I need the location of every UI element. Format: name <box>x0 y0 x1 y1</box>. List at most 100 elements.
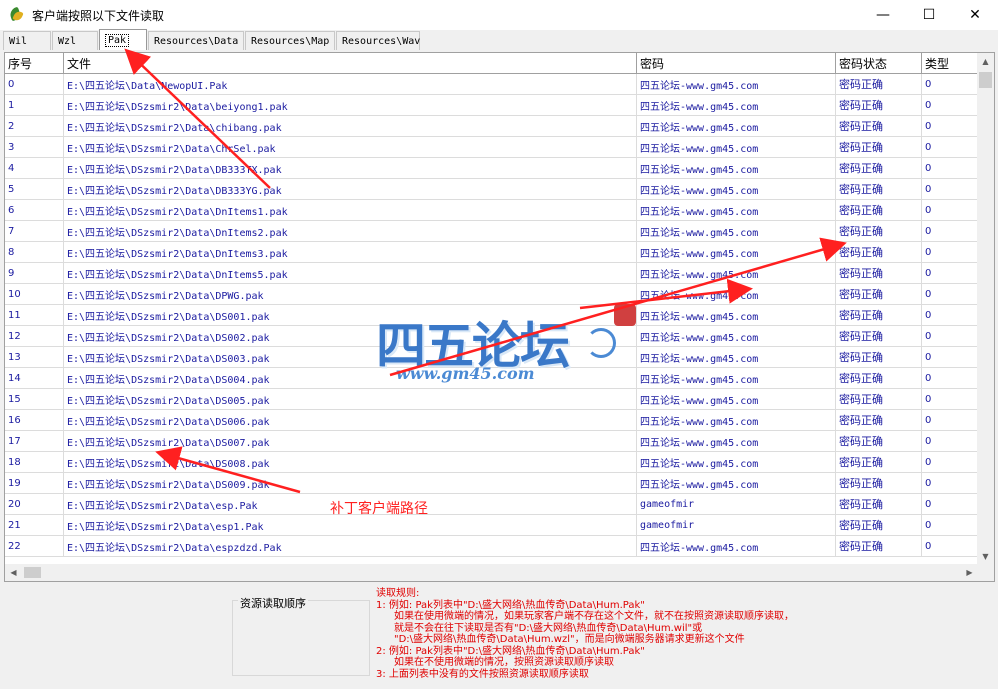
status-cell[interactable]: 密码正确 <box>836 347 922 367</box>
type-cell[interactable]: 0 <box>922 431 978 451</box>
status-cell[interactable]: 密码正确 <box>836 284 922 304</box>
password-cell[interactable]: 四五论坛-www.gm45.com <box>637 179 836 199</box>
tab-wzl[interactable]: Wzl <box>52 31 98 50</box>
password-cell[interactable]: 四五论坛-www.gm45.com <box>637 200 836 220</box>
header-password[interactable]: 密码 <box>637 53 836 74</box>
password-cell[interactable]: 四五论坛-www.gm45.com <box>637 242 836 262</box>
index-cell[interactable]: 7 <box>5 221 64 241</box>
horizontal-scroll-thumb[interactable] <box>24 567 41 578</box>
index-cell[interactable]: 13 <box>5 347 64 367</box>
table-row[interactable]: 18 E:\四五论坛\DSzsmir2\Data\DS008.pak 四五论坛-ww… <box>5 452 978 473</box>
password-cell[interactable]: 四五论坛-www.gm45.com <box>637 452 836 472</box>
close-button[interactable]: ✕ <box>952 0 998 30</box>
type-cell[interactable]: 0 <box>922 179 978 199</box>
type-cell[interactable]: 0 <box>922 263 978 283</box>
type-cell[interactable]: 0 <box>922 242 978 262</box>
header-index[interactable]: 序号 <box>5 53 64 74</box>
type-cell[interactable]: 0 <box>922 368 978 388</box>
index-cell[interactable]: 19 <box>5 473 64 493</box>
file-cell[interactable]: E:\四五论坛\Data\NewopUI.Pak <box>64 74 637 94</box>
type-cell[interactable]: 0 <box>922 473 978 493</box>
status-cell[interactable]: 密码正确 <box>836 494 922 514</box>
table-row[interactable]: 3 E:\四五论坛\DSzsmir2\Data\ChrSel.pak 四五论坛-ww… <box>5 137 978 158</box>
file-cell[interactable]: E:\四五论坛\DSzsmir2\Data\DS006.pak <box>64 410 637 430</box>
password-cell[interactable]: 四五论坛-www.gm45.com <box>637 221 836 241</box>
file-cell[interactable]: E:\四五论坛\DSzsmir2\Data\chibang.pak <box>64 116 637 136</box>
header-file[interactable]: 文件 <box>64 53 637 74</box>
password-cell[interactable]: 四五论坛-www.gm45.com <box>637 431 836 451</box>
index-cell[interactable]: 17 <box>5 431 64 451</box>
type-cell[interactable]: 0 <box>922 305 978 325</box>
file-cell[interactable]: E:\四五论坛\DSzsmir2\Data\espzdzd.Pak <box>64 536 637 556</box>
scroll-down-icon[interactable]: ▼ <box>977 548 994 565</box>
status-cell[interactable]: 密码正确 <box>836 452 922 472</box>
status-cell[interactable]: 密码正确 <box>836 305 922 325</box>
file-cell[interactable]: E:\四五论坛\DSzsmir2\Data\DnItems3.pak <box>64 242 637 262</box>
minimize-button[interactable]: — <box>860 0 906 30</box>
table-row[interactable]: 19 E:\四五论坛\DSzsmir2\Data\DS009.pak 四五论坛-ww… <box>5 473 978 494</box>
scroll-up-icon[interactable]: ▲ <box>977 53 994 70</box>
index-cell[interactable]: 0 <box>5 74 64 94</box>
password-cell[interactable]: 四五论坛-www.gm45.com <box>637 137 836 157</box>
table-row[interactable]: 15 E:\四五论坛\DSzsmir2\Data\DS005.pak 四五论坛-ww… <box>5 389 978 410</box>
password-cell[interactable]: 四五论坛-www.gm45.com <box>637 368 836 388</box>
type-cell[interactable]: 0 <box>922 95 978 115</box>
status-cell[interactable]: 密码正确 <box>836 221 922 241</box>
file-cell[interactable]: E:\四五论坛\DSzsmir2\Data\DS001.pak <box>64 305 637 325</box>
file-cell[interactable]: E:\四五论坛\DSzsmir2\Data\beiyong1.pak <box>64 95 637 115</box>
status-cell[interactable]: 密码正确 <box>836 473 922 493</box>
type-cell[interactable]: 0 <box>922 389 978 409</box>
file-cell[interactable]: E:\四五论坛\DSzsmir2\Data\DPWG.pak <box>64 284 637 304</box>
table-row[interactable]: 22 E:\四五论坛\DSzsmir2\Data\espzdzd.Pak 四五论坛-… <box>5 536 978 557</box>
resource-order-box[interactable] <box>232 600 370 676</box>
file-cell[interactable]: E:\四五论坛\DSzsmir2\Data\DnItems2.pak <box>64 221 637 241</box>
file-cell[interactable]: E:\四五论坛\DSzsmir2\Data\DB333YG.pak <box>64 179 637 199</box>
type-cell[interactable]: 0 <box>922 347 978 367</box>
index-cell[interactable]: 5 <box>5 179 64 199</box>
status-cell[interactable]: 密码正确 <box>836 326 922 346</box>
file-cell[interactable]: E:\四五论坛\DSzsmir2\Data\DS009.pak <box>64 473 637 493</box>
table-row[interactable]: 5 E:\四五论坛\DSzsmir2\Data\DB333YG.pak 四五论坛-w… <box>5 179 978 200</box>
table-row[interactable]: 8 E:\四五论坛\DSzsmir2\Data\DnItems3.pak 四五论坛-… <box>5 242 978 263</box>
password-cell[interactable]: 四五论坛-www.gm45.com <box>637 536 836 556</box>
file-cell[interactable]: E:\四五论坛\DSzsmir2\Data\DS004.pak <box>64 368 637 388</box>
file-cell[interactable]: E:\四五论坛\DSzsmir2\Data\DS003.pak <box>64 347 637 367</box>
type-cell[interactable]: 0 <box>922 494 978 514</box>
file-cell[interactable]: E:\四五论坛\DSzsmir2\Data\DB333TX.pak <box>64 158 637 178</box>
status-cell[interactable]: 密码正确 <box>836 536 922 556</box>
index-cell[interactable]: 1 <box>5 95 64 115</box>
password-cell[interactable]: 四五论坛-www.gm45.com <box>637 74 836 94</box>
table-row[interactable]: 10 E:\四五论坛\DSzsmir2\Data\DPWG.pak 四五论坛-www… <box>5 284 978 305</box>
table-row[interactable]: 14 E:\四五论坛\DSzsmir2\Data\DS004.pak 四五论坛-ww… <box>5 368 978 389</box>
file-cell[interactable]: E:\四五论坛\DSzsmir2\Data\DS007.pak <box>64 431 637 451</box>
status-cell[interactable]: 密码正确 <box>836 158 922 178</box>
index-cell[interactable]: 2 <box>5 116 64 136</box>
table-row[interactable]: 11 E:\四五论坛\DSzsmir2\Data\DS001.pak 四五论坛-ww… <box>5 305 978 326</box>
status-cell[interactable]: 密码正确 <box>836 95 922 115</box>
password-cell[interactable]: 四五论坛-www.gm45.com <box>637 95 836 115</box>
vertical-scrollbar[interactable]: ▲ ▼ <box>977 53 994 565</box>
index-cell[interactable]: 8 <box>5 242 64 262</box>
status-cell[interactable]: 密码正确 <box>836 515 922 535</box>
type-cell[interactable]: 0 <box>922 284 978 304</box>
password-cell[interactable]: 四五论坛-www.gm45.com <box>637 263 836 283</box>
index-cell[interactable]: 20 <box>5 494 64 514</box>
password-cell[interactable]: 四五论坛-www.gm45.com <box>637 347 836 367</box>
table-row[interactable]: 12 E:\四五论坛\DSzsmir2\Data\DS002.pak 四五论坛-ww… <box>5 326 978 347</box>
type-cell[interactable]: 0 <box>922 221 978 241</box>
type-cell[interactable]: 0 <box>922 158 978 178</box>
status-cell[interactable]: 密码正确 <box>836 263 922 283</box>
index-cell[interactable]: 21 <box>5 515 64 535</box>
password-cell[interactable]: 四五论坛-www.gm45.com <box>637 284 836 304</box>
table-row[interactable]: 9 E:\四五论坛\DSzsmir2\Data\DnItems5.pak 四五论坛-… <box>5 263 978 284</box>
password-cell[interactable]: 四五论坛-www.gm45.com <box>637 410 836 430</box>
table-row[interactable]: 16 E:\四五论坛\DSzsmir2\Data\DS006.pak 四五论坛-ww… <box>5 410 978 431</box>
tab-resources-data[interactable]: Resources\Data <box>148 31 244 50</box>
vertical-scroll-thumb[interactable] <box>979 72 992 88</box>
password-cell[interactable]: 四五论坛-www.gm45.com <box>637 326 836 346</box>
status-cell[interactable]: 密码正确 <box>836 74 922 94</box>
file-cell[interactable]: E:\四五论坛\DSzsmir2\Data\ChrSel.pak <box>64 137 637 157</box>
file-cell[interactable]: E:\四五论坛\DSzsmir2\Data\DS002.pak <box>64 326 637 346</box>
file-cell[interactable]: E:\四五论坛\DSzsmir2\Data\DS008.pak <box>64 452 637 472</box>
tab-resources-map[interactable]: Resources\Map <box>245 31 335 50</box>
